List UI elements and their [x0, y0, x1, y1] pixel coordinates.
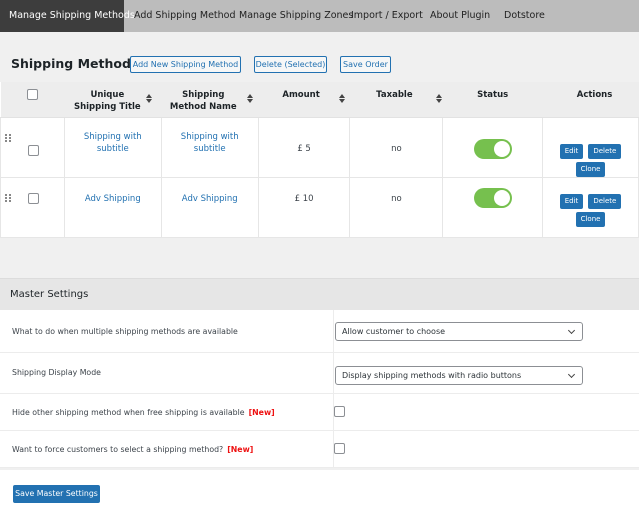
setting-row-display-mode: Shipping Display Mode Display shipping m… [0, 353, 639, 394]
sort-icon[interactable] [435, 94, 442, 104]
sort-icon[interactable] [146, 94, 153, 104]
unique-title-link[interactable]: Adv Shipping [85, 194, 141, 204]
select-all-checkbox[interactable] [26, 89, 38, 100]
table-row: Shipping with subtitle Shipping with sub… [0, 116, 639, 178]
amount-cell: £ 5 [257, 116, 351, 178]
tab-add-shipping-method[interactable]: Add Shipping Method [124, 0, 236, 32]
method-name-link[interactable]: Shipping with subtitle [180, 131, 240, 155]
setting-row-hide-other-methods: Hide other shipping method when free shi… [0, 394, 639, 431]
status-toggle[interactable] [473, 138, 512, 159]
chevron-down-icon [567, 326, 576, 335]
setting-value-cell [333, 431, 639, 467]
master-settings-table: What to do when multiple shipping method… [0, 310, 639, 468]
sort-icon[interactable] [338, 94, 345, 104]
column-header-method-name[interactable]: Shipping Method Name [161, 82, 259, 118]
setting-label: Shipping Display Mode [12, 368, 101, 377]
actions-cell: Edit Delete Clone [542, 176, 639, 238]
delete-selected-button[interactable]: Delete (Selected) [254, 56, 327, 73]
column-header-unique-title[interactable]: Unique Shipping Title [64, 82, 162, 118]
actions-cell: Edit Delete Clone [542, 116, 639, 178]
status-cell [442, 116, 544, 178]
status-toggle[interactable] [473, 187, 512, 208]
select-cell [0, 176, 65, 238]
table-row: Adv Shipping Adv Shipping £ 10 no Edit D… [0, 176, 639, 238]
multiple-methods-select[interactable]: Allow customer to choose [335, 322, 583, 341]
save-order-button[interactable]: Save Order [340, 56, 391, 73]
column-header-taxable[interactable]: Taxable [349, 82, 443, 118]
column-header-actions: Actions [542, 82, 639, 118]
row-checkbox[interactable] [27, 192, 39, 204]
setting-value-cell: Display shipping methods with radio butt… [333, 353, 639, 393]
new-badge: [New] [227, 445, 254, 454]
taxable-cell: no [349, 176, 444, 238]
drag-handle-icon[interactable] [5, 133, 12, 142]
top-navigation: Manage Shipping Methods Add Shipping Met… [0, 0, 639, 32]
drag-handle-icon[interactable] [5, 193, 12, 202]
delete-button[interactable]: Delete [588, 193, 622, 209]
master-settings-header: Master Settings [0, 278, 639, 310]
select-all-header [0, 82, 65, 118]
method-name-cell: Shipping with subtitle [160, 116, 259, 178]
amount-cell: £ 10 [257, 176, 351, 238]
setting-label: Want to force customers to select a ship… [12, 445, 254, 454]
page-title: Shipping Methods [11, 56, 139, 71]
row-checkbox[interactable] [27, 144, 39, 156]
unique-title-cell: Adv Shipping [63, 176, 162, 238]
add-new-shipping-method-button[interactable]: Add New Shipping Method [130, 56, 241, 73]
tab-manage-shipping-zones[interactable]: Manage Shipping Zones [228, 0, 353, 32]
method-name-link[interactable]: Adv Shipping [182, 194, 238, 204]
shipping-methods-header: Shipping Methods Add New Shipping Method… [0, 46, 639, 82]
setting-value-cell [333, 394, 639, 430]
unique-title-link[interactable]: Shipping with subtitle [83, 131, 143, 155]
force-select-checkbox[interactable] [334, 443, 345, 454]
shipping-methods-table: Unique Shipping Title Shipping Method Na… [0, 82, 639, 238]
setting-row-multiple-methods: What to do when multiple shipping method… [0, 310, 639, 353]
display-mode-select[interactable]: Display shipping methods with radio butt… [335, 366, 583, 385]
edit-button[interactable]: Edit [559, 143, 584, 159]
chevron-down-icon [567, 370, 576, 379]
tab-about-plugin[interactable]: About Plugin [419, 0, 493, 32]
column-header-status: Status [442, 82, 543, 118]
clone-button[interactable]: Clone [575, 161, 606, 177]
master-settings-title: Master Settings [10, 289, 89, 300]
unique-title-cell: Shipping with subtitle [63, 116, 162, 178]
setting-label: What to do when multiple shipping method… [12, 327, 238, 336]
hide-other-methods-checkbox[interactable] [334, 406, 345, 417]
setting-label: Hide other shipping method when free shi… [12, 408, 275, 417]
tab-manage-shipping-methods[interactable]: Manage Shipping Methods [0, 0, 135, 32]
clone-button[interactable]: Clone [575, 211, 606, 227]
table-header-row: Unique Shipping Title Shipping Method Na… [0, 82, 639, 118]
delete-button[interactable]: Delete [588, 143, 622, 159]
tab-import-export[interactable]: Import / Export [340, 0, 423, 32]
taxable-cell: no [349, 116, 444, 178]
save-master-settings-button[interactable]: Save Master Settings [13, 485, 100, 503]
edit-button[interactable]: Edit [559, 193, 584, 209]
setting-value-cell: Allow customer to choose [333, 310, 639, 352]
select-cell [0, 116, 65, 178]
setting-row-force-select: Want to force customers to select a ship… [0, 431, 639, 468]
status-cell [442, 176, 544, 238]
method-name-cell: Adv Shipping [160, 176, 259, 238]
new-badge: [New] [248, 408, 275, 417]
tab-dotstore[interactable]: Dotstore [493, 0, 556, 32]
column-header-amount[interactable]: Amount [258, 82, 350, 118]
